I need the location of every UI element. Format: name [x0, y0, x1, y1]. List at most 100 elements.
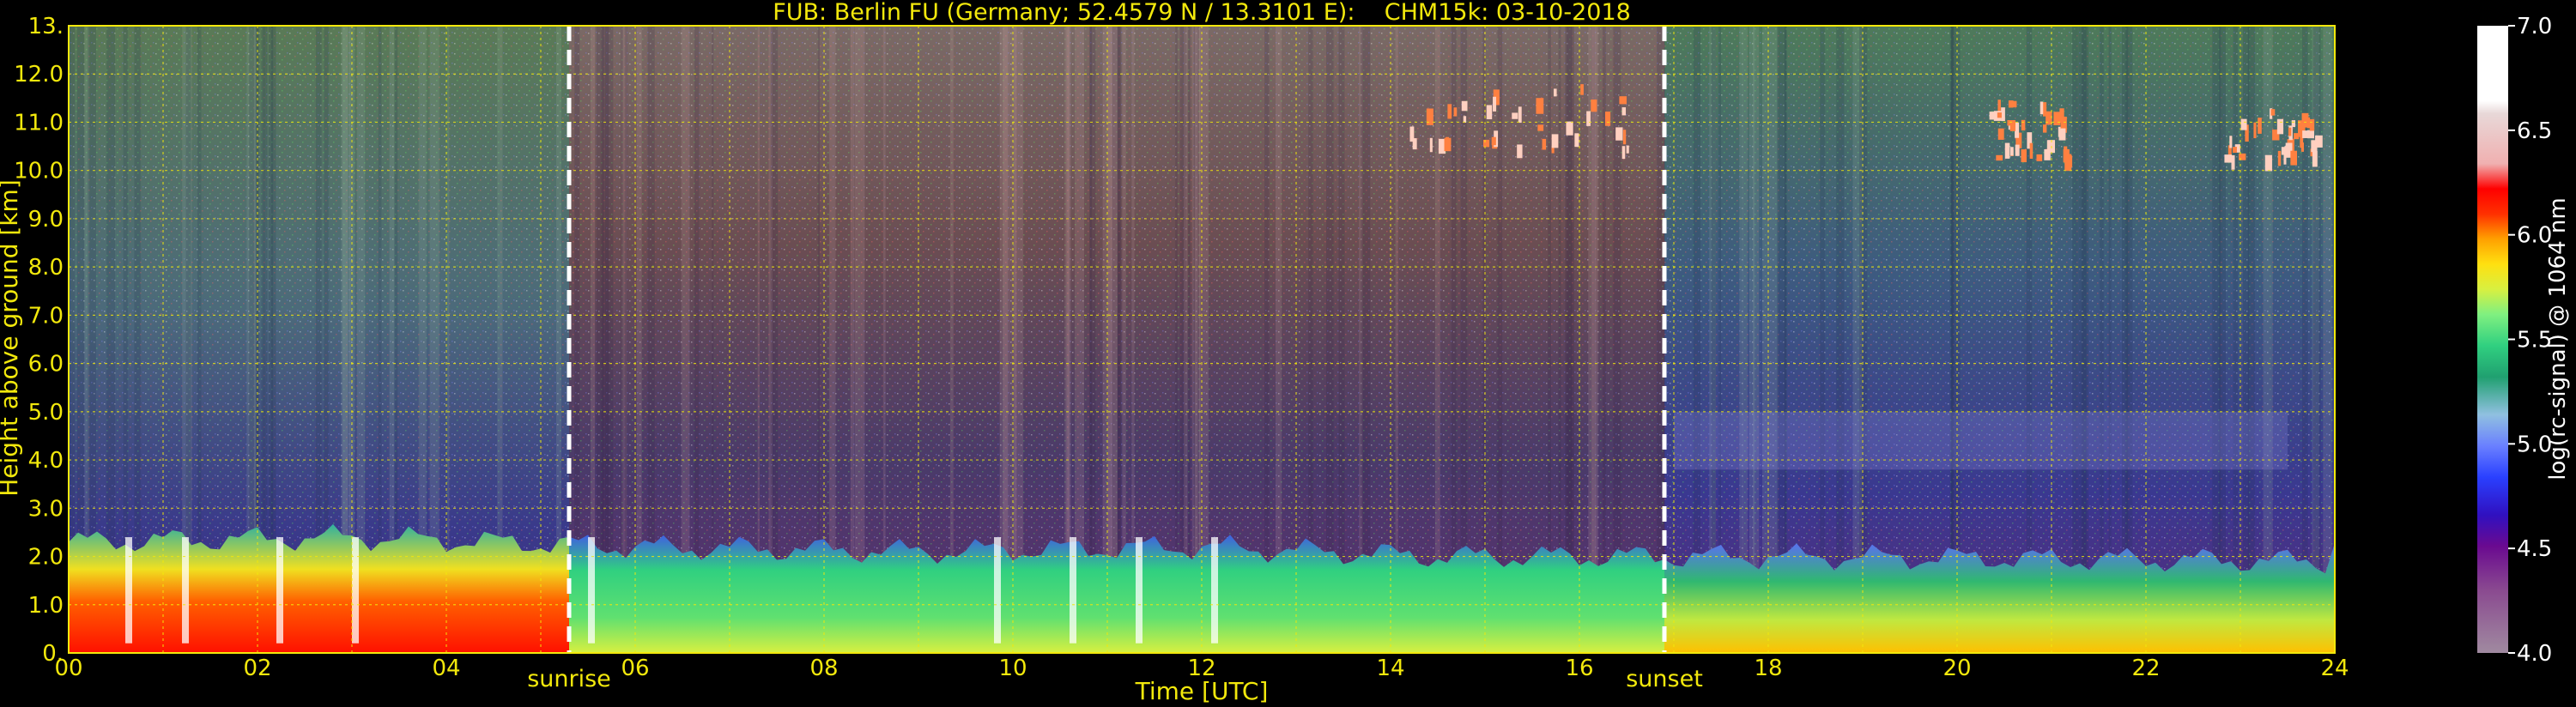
cirrus-cloud-mark — [2309, 118, 2315, 131]
cirrus-cloud-mark — [1621, 146, 1626, 160]
cirrus-cloud-mark — [2277, 150, 2282, 166]
x-tick-label: 04 — [432, 656, 460, 681]
cirrus-cloud-mark — [2224, 154, 2233, 163]
y-tick-label: 2.0 — [28, 545, 64, 571]
low-cloud-mark — [1136, 537, 1143, 644]
cirrus-cloud-mark — [2294, 133, 2300, 140]
signal-stripe — [1752, 26, 1760, 653]
cirrus-cloud-mark — [2042, 124, 2047, 133]
signal-stripe — [1434, 26, 1440, 653]
cirrus-cloud-mark — [2021, 119, 2026, 131]
cirrus-cloud-mark — [2300, 142, 2304, 152]
cirrus-cloud-mark — [2233, 147, 2237, 153]
cirrus-cloud-mark — [2029, 142, 2034, 159]
cirrus-cloud-mark — [1622, 130, 1627, 145]
cirrus-cloud-mark — [2004, 142, 2010, 159]
y-tick-label: 4.0 — [28, 448, 64, 474]
cirrus-cloud-mark — [1551, 134, 1559, 148]
cirrus-cloud-mark — [1626, 145, 1629, 154]
low-cloud-mark — [588, 537, 595, 644]
x-tick-label: 14 — [1376, 656, 1404, 681]
cirrus-cloud-mark — [2053, 112, 2061, 126]
x-tick-label: 22 — [2131, 656, 2160, 681]
low-cloud-mark — [1211, 537, 1218, 644]
x-tick-label: 20 — [1943, 656, 1971, 681]
cirrus-cloud-mark — [1486, 105, 1493, 119]
cirrus-cloud-mark — [2021, 149, 2027, 163]
x-tick-label: 02 — [243, 656, 271, 681]
cirrus-cloud-mark — [2270, 109, 2276, 116]
cirrus-cloud-mark — [1580, 84, 1584, 95]
low-cloud-mark — [276, 537, 283, 644]
colorbar-tick-label: 7.0 — [2517, 14, 2552, 39]
y-axis-title: Height above ground [km] — [0, 179, 23, 497]
y-tick-label: 13. — [28, 14, 64, 39]
plot-area: sunrise sunset — [68, 25, 2336, 692]
y-tick-label: 9.0 — [28, 207, 64, 233]
cirrus-cloud-mark — [1518, 106, 1522, 124]
cirrus-cloud-mark — [1615, 127, 1623, 141]
x-tick-label: 00 — [54, 656, 82, 681]
cirrus-cloud-mark — [1997, 112, 2002, 118]
colorbar: 4.04.55.05.56.06.57.0 log(rc-signal) @ 1… — [2477, 14, 2571, 667]
cirrus-cloud-mark — [2044, 148, 2051, 160]
cirrus-cloud-mark — [2302, 130, 2308, 138]
cirrus-cloud-mark — [1574, 133, 1579, 148]
cirrus-cloud-mark — [1463, 116, 1467, 124]
signal-stripe — [1836, 26, 1845, 653]
sunset-label: sunset — [1626, 666, 1703, 692]
x-tick-label: 24 — [2320, 656, 2349, 681]
x-tick-label: 18 — [1754, 656, 1782, 681]
cirrus-cloud-mark — [1566, 121, 1573, 136]
y-tick-label: 7.0 — [28, 303, 64, 329]
colorbar-tick-label: 4.0 — [2517, 641, 2552, 667]
cirrus-cloud-mark — [2290, 150, 2298, 166]
y-tick-label: 8.0 — [28, 255, 64, 281]
cirrus-cloud-mark — [2231, 154, 2235, 170]
cirrus-cloud-mark — [2008, 100, 2014, 108]
signal-stripe — [1497, 26, 1503, 653]
x-tick-label: 08 — [809, 656, 838, 681]
cirrus-cloud-mark — [1989, 112, 1995, 120]
cirrus-cloud-mark — [2058, 128, 2066, 141]
lidar-quicklook-chart: sunrise sunset 0.1.02.03.04.05.06.07.08.0… — [0, 0, 2571, 705]
signal-stripe — [854, 26, 865, 653]
cirrus-cloud-mark — [2306, 117, 2311, 129]
low-cloud-mark — [182, 537, 189, 644]
signal-stripe — [2219, 26, 2226, 653]
cirrus-cloud-mark — [2253, 122, 2257, 139]
colorbar-tick-label: 6.5 — [2517, 118, 2552, 144]
cirrus-cloud-mark — [2059, 108, 2064, 124]
cirrus-cloud-mark — [2067, 155, 2073, 167]
colorbar-scale — [2477, 26, 2508, 653]
cirrus-cloud-mark — [1429, 137, 1433, 153]
signal-stripe — [1591, 26, 1597, 653]
cirrus-cloud-mark — [1409, 126, 1415, 142]
cirrus-cloud-mark — [1537, 124, 1544, 131]
cirrus-cloud-mark — [2288, 127, 2292, 136]
cirrus-cloud-mark — [2306, 130, 2314, 139]
sunrise-label: sunrise — [527, 666, 611, 692]
signal-stripe — [1743, 26, 1748, 653]
signal-stripe — [2247, 26, 2255, 653]
colorbar-label: log(rc-signal) @ 1064 nm — [2545, 197, 2571, 480]
y-tick-label: 5.0 — [28, 400, 64, 426]
cirrus-cloud-mark — [2239, 153, 2246, 160]
low-cloud-mark — [125, 537, 132, 644]
cirrus-cloud-mark — [1453, 107, 1458, 117]
low-cloud-mark — [1070, 537, 1076, 644]
aerosol-layer — [1674, 411, 2288, 470]
cirrus-cloud-mark — [1586, 111, 1591, 126]
signal-stripe — [2072, 26, 2078, 653]
cirrus-cloud-mark — [2229, 136, 2233, 148]
cirrus-cloud-mark — [1491, 136, 1496, 146]
signal-stripe — [1264, 26, 1270, 653]
cirrus-cloud-mark — [1996, 154, 2003, 161]
cirrus-cloud-mark — [2036, 154, 2043, 161]
cirrus-cloud-mark — [1997, 128, 2004, 140]
y-tick-label: 12.0 — [14, 62, 64, 88]
cirrus-cloud-mark — [2040, 101, 2044, 115]
cirrus-cloud-mark — [1461, 100, 1468, 112]
signal-stripe — [2082, 26, 2087, 653]
x-tick-label: 16 — [1565, 656, 1593, 681]
